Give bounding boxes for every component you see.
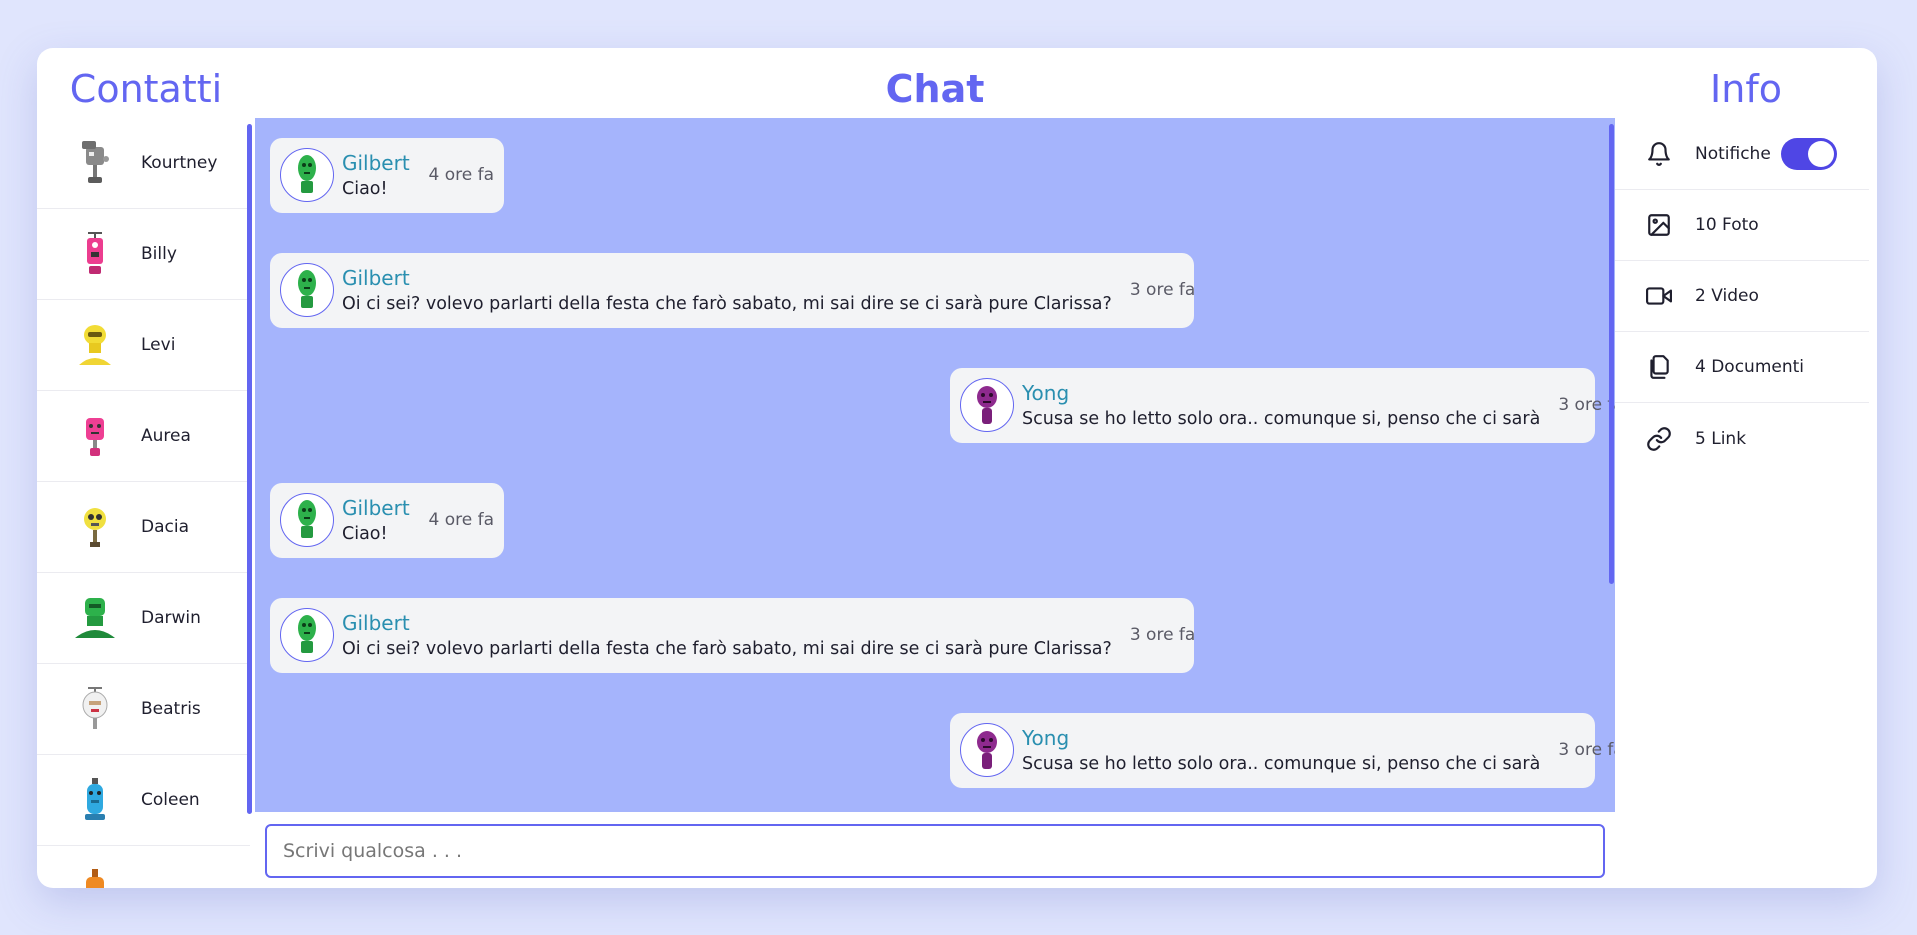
info-item-documents[interactable]: 4 Documenti <box>1615 332 1869 403</box>
info-list: Notifiche 10 Foto 2 Video 4 Documenti 5 … <box>1615 119 1869 474</box>
info-item-notifications[interactable]: Notifiche <box>1615 119 1869 190</box>
contact-item-billy[interactable]: Billy <box>37 209 250 300</box>
avatar <box>280 608 334 662</box>
robot-pink-icon <box>71 230 119 278</box>
info-item-label: Notifiche <box>1695 144 1771 164</box>
message-time: 3 ore fa <box>1129 280 1196 300</box>
info-title: Info <box>1710 67 1782 111</box>
message-sender: Gilbert <box>342 611 410 635</box>
info-panel: Info Notifiche 10 Foto 2 Video 4 Documen… <box>1615 48 1877 888</box>
contact-item-aurea[interactable]: Aurea <box>37 391 250 482</box>
contact-item-kourtney[interactable]: Kourtney <box>37 118 250 209</box>
message-text: Scusa se ho letto solo ora.. comunque si… <box>1022 754 1541 774</box>
avatar <box>960 378 1014 432</box>
message-bubble: Gilbert Oi ci sei? volevo parlarti della… <box>270 253 1196 328</box>
message-time: 3 ore fa <box>1129 625 1196 645</box>
robot-white-icon <box>71 685 119 733</box>
contact-item-coleen[interactable]: Coleen <box>37 755 250 846</box>
contact-name: Billy <box>141 244 177 264</box>
contact-name: Beatris <box>141 699 201 719</box>
image-icon <box>1645 211 1673 239</box>
info-item-label: 10 Foto <box>1695 215 1759 235</box>
message-bubble: Gilbert Ciao! 4 ore fa <box>270 138 504 213</box>
contact-name: Darwin <box>141 608 201 628</box>
contacts-title: Contatti <box>69 67 223 111</box>
avatar <box>280 148 334 202</box>
message-time: 3 ore fa <box>1558 740 1615 760</box>
message-sender: Yong <box>1022 381 1070 405</box>
message-bubble: Yong Scusa se ho letto solo ora.. comunq… <box>950 368 1615 443</box>
chat-scrollbar[interactable] <box>1609 124 1614 584</box>
message-sender: Gilbert <box>342 266 410 290</box>
contact-item-partial[interactable] <box>37 846 250 888</box>
chat-messages-area[interactable]: Gilbert Ciao! 4 ore fa Gilbert Oi ci sei… <box>255 118 1615 812</box>
video-icon <box>1645 282 1673 310</box>
info-item-videos[interactable]: 2 Video <box>1615 261 1869 332</box>
message-text: Oi ci sei? volevo parlarti della festa c… <box>342 294 1112 314</box>
message-body: Yong Scusa se ho letto solo ora.. comunq… <box>1022 723 1540 777</box>
contact-name: Aurea <box>141 426 191 446</box>
message-sender: Gilbert <box>342 496 410 520</box>
contact-item-darwin[interactable]: Darwin <box>37 573 250 664</box>
robot-green-icon <box>71 594 119 642</box>
avatar <box>960 723 1014 777</box>
robot-gray-icon <box>71 139 119 187</box>
message-bubble: Gilbert Oi ci sei? volevo parlarti della… <box>270 598 1196 673</box>
robot-orange-icon <box>71 867 119 888</box>
chat-app-window: Contatti Kourtney Billy Levi Aurea Dacia… <box>37 48 1877 888</box>
info-item-label: 5 Link <box>1695 428 1747 449</box>
message-time: 4 ore fa <box>428 510 494 530</box>
chat-title: Chat <box>885 67 985 111</box>
notifications-toggle[interactable] <box>1780 138 1837 170</box>
toggle-knob <box>1807 141 1834 167</box>
robot-pink-icon <box>71 412 119 460</box>
info-item-links[interactable]: 5 Link <box>1615 403 1869 474</box>
contact-name: Levi <box>141 335 176 355</box>
link-icon <box>1645 425 1673 453</box>
contact-item-beatris[interactable]: Beatris <box>37 664 250 755</box>
contacts-panel: Contatti Kourtney Billy Levi Aurea Dacia… <box>37 48 255 888</box>
message-text: Ciao! <box>342 179 388 199</box>
bell-icon <box>1645 140 1673 168</box>
message-sender: Yong <box>1022 726 1070 750</box>
contact-item-dacia[interactable]: Dacia <box>37 482 250 573</box>
message-bubble: Yong Scusa se ho letto solo ora.. comunq… <box>950 713 1615 788</box>
message-body: Gilbert Ciao! <box>342 148 410 202</box>
message-body: Gilbert Oi ci sei? volevo parlarti della… <box>342 608 1112 662</box>
avatar <box>280 493 334 547</box>
info-item-photos[interactable]: 10 Foto <box>1615 190 1869 261</box>
message-input[interactable] <box>265 824 1605 878</box>
contacts-scrollbar[interactable] <box>247 124 252 814</box>
contact-name: Dacia <box>141 517 189 537</box>
message-sender: Gilbert <box>342 151 410 175</box>
message-body: Gilbert Ciao! <box>342 493 410 547</box>
message-text: Oi ci sei? volevo parlarti della festa c… <box>342 639 1112 659</box>
message-body: Yong Scusa se ho letto solo ora.. comunq… <box>1022 378 1540 432</box>
info-item-label: 4 Documenti <box>1695 357 1805 377</box>
robot-yellow-icon <box>71 503 119 551</box>
message-text: Scusa se ho letto solo ora.. comunque si… <box>1022 409 1541 429</box>
message-time: 4 ore fa <box>428 165 494 185</box>
message-time: 3 ore fa <box>1558 395 1615 415</box>
info-item-label: 2 Video <box>1695 286 1759 306</box>
message-text: Ciao! <box>342 524 388 544</box>
contact-list[interactable]: Kourtney Billy Levi Aurea Dacia Darwin B… <box>37 118 250 888</box>
robot-blue-icon <box>71 776 119 824</box>
message-body: Gilbert Oi ci sei? volevo parlarti della… <box>342 263 1112 317</box>
contact-item-levi[interactable]: Levi <box>37 300 250 391</box>
contact-name: Kourtney <box>141 153 218 173</box>
message-bubble: Gilbert Ciao! 4 ore fa <box>270 483 504 558</box>
avatar <box>280 263 334 317</box>
robot-yellow-icon <box>71 321 119 369</box>
documents-icon <box>1645 353 1673 381</box>
contact-name: Coleen <box>141 790 200 810</box>
